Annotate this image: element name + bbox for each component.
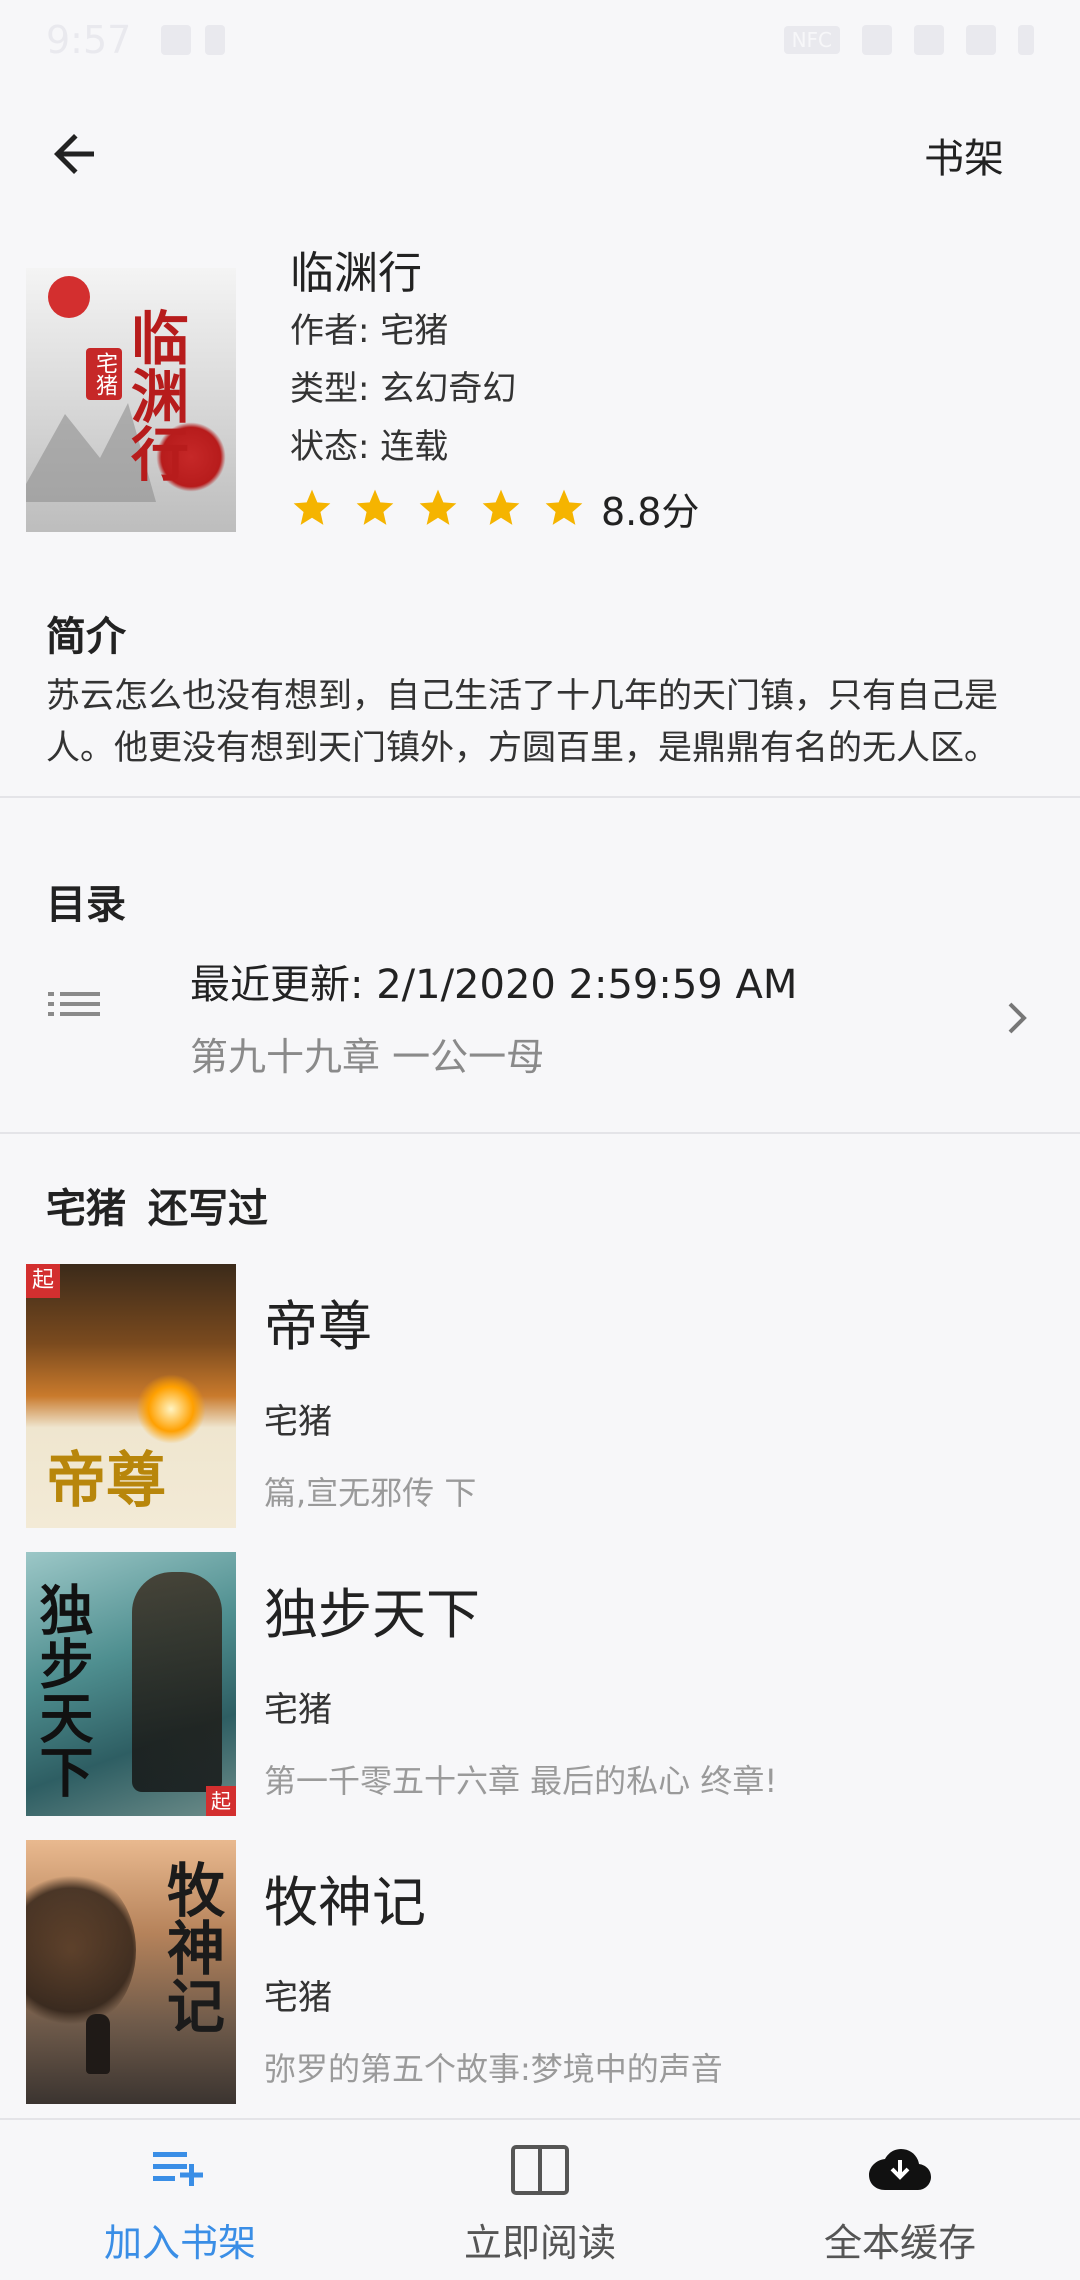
mute-icon — [862, 25, 892, 55]
genre-value: 玄幻奇幻 — [380, 369, 517, 409]
top-app-bar: 书架 — [0, 110, 1080, 200]
toc-latest-chapter: 第九十九章 一公一母 — [190, 1035, 545, 1079]
related-book-author: 宅猪 — [264, 1402, 332, 1442]
signal-icon — [914, 25, 944, 55]
related-book-author: 宅猪 — [264, 1690, 332, 1730]
star-icon — [293, 489, 331, 525]
cover-title-art: 独步天下 — [30, 1582, 94, 1798]
related-book-card[interactable]: 独步天下 起 独步天下 宅猪 第一千零五十六章 最后的私心 终章! — [0, 1552, 1080, 1816]
cover-sun — [48, 276, 90, 318]
cover-title-art: 帝尊 — [46, 1446, 166, 1516]
toc-latest-row[interactable]: 最近更新: 2/1/2020 2:59:59 AM 第九十九章 一公一母 — [0, 948, 1080, 1088]
more-suffix: 还写过 — [148, 1186, 268, 1232]
nfc-badge: NFC — [783, 26, 840, 54]
divider — [0, 1132, 1080, 1134]
genre-label: 类型: — [290, 369, 381, 409]
cover-figure — [86, 2014, 110, 2074]
phone-notification-icon — [205, 25, 226, 55]
more-author-name: 宅猪 — [46, 1186, 126, 1232]
add-to-shelf-label: 加入书架 — [103, 2221, 256, 2265]
author-label: 作者: — [290, 311, 381, 351]
toc-heading: 目录 — [46, 882, 126, 928]
intro-heading: 简介 — [46, 614, 126, 660]
star-icon — [356, 489, 394, 525]
status-bar: 9:57 NFC — [0, 0, 1080, 80]
image-notification-icon — [161, 25, 192, 55]
qidian-logo-icon: 起 — [206, 1786, 236, 1816]
star-icon — [419, 489, 457, 525]
rating-stars — [290, 486, 605, 530]
bottom-action-bar: 加入书架 立即阅读 全本缓存 — [0, 2118, 1080, 2280]
related-book-latest: 篇,宣无邪传 下 — [264, 1474, 477, 1512]
author-line: 作者: 宅猪 — [290, 302, 1050, 360]
related-book-card[interactable]: 牧神记 牧神记 宅猪 弥罗的第五个故事:梦境中的声音 — [0, 1840, 1080, 2104]
toc-updated: 最近更新: 2/1/2020 2:59:59 AM — [190, 962, 798, 1008]
bookshelf-link[interactable]: 书架 — [924, 126, 1004, 184]
book-info: 临渊行 作者: 宅猪 类型: 玄幻奇幻 状态: 连载 8.8分 — [290, 246, 1050, 538]
divider — [0, 796, 1080, 798]
related-book-latest: 弥罗的第五个故事:梦境中的声音 — [264, 2050, 723, 2088]
related-book-cover: 独步天下 起 — [26, 1552, 236, 1816]
related-book-latest: 第一千零五十六章 最后的私心 终章! — [264, 1762, 778, 1800]
status-time: 9:57 — [46, 18, 132, 62]
book-title: 临渊行 — [290, 248, 422, 299]
status-value: 连载 — [380, 427, 449, 467]
genre-line: 类型: 玄幻奇幻 — [290, 360, 1050, 418]
status-line: 状态: 连载 — [290, 418, 1050, 476]
add-to-shelf-button[interactable]: 加入书架 — [0, 2120, 360, 2280]
star-icon — [482, 489, 520, 525]
related-book-cover: 起 帝尊 — [26, 1264, 236, 1528]
open-book-icon — [511, 2145, 569, 2195]
related-book-title: 独步天下 — [264, 1583, 480, 1646]
list-icon — [48, 992, 100, 1016]
read-now-label: 立即阅读 — [463, 2221, 616, 2265]
cache-all-button[interactable]: 全本缓存 — [720, 2120, 1080, 2280]
related-book-card[interactable]: 起 帝尊 帝尊 宅猪 篇,宣无邪传 下 — [0, 1264, 1080, 1528]
playlist-add-icon — [153, 2152, 203, 2186]
cover-title-art: 临渊行 — [121, 308, 189, 482]
intro-text: 苏云怎么也没有想到，自己生活了十几年的天门镇，只有自己是人。他更没有想到天门镇外… — [46, 676, 998, 768]
signal-2-icon — [966, 25, 996, 55]
cover-tree — [26, 1870, 136, 2030]
related-book-cover: 牧神记 — [26, 1840, 236, 2104]
back-arrow-icon — [54, 134, 94, 174]
back-button[interactable] — [44, 124, 104, 184]
battery-icon — [1018, 25, 1034, 55]
related-book-title: 牧神记 — [264, 1871, 426, 1934]
chevron-right-icon — [1008, 1002, 1027, 1034]
more-by-author-heading: 宅猪 还写过 — [46, 1176, 268, 1234]
qidian-logo-icon: 起 — [26, 1264, 60, 1298]
author-value: 宅猪 — [380, 311, 449, 351]
read-now-button[interactable]: 立即阅读 — [360, 2120, 720, 2280]
related-book-title: 帝尊 — [264, 1295, 372, 1358]
related-book-author: 宅猪 — [264, 1978, 332, 2018]
cover-title-art: 牧神记 — [157, 1860, 225, 2034]
cover-author-stamp: 宅猪 — [86, 348, 122, 400]
rating-row: 8.8分 — [290, 478, 1050, 538]
book-cover: 宅猪 临渊行 — [26, 268, 236, 532]
cover-figure — [132, 1572, 222, 1792]
status-label: 状态: — [290, 427, 381, 467]
star-icon — [545, 489, 583, 525]
rating-score: 8.8分 — [601, 489, 700, 534]
cache-all-label: 全本缓存 — [823, 2221, 976, 2265]
cloud-download-icon — [869, 2149, 931, 2190]
